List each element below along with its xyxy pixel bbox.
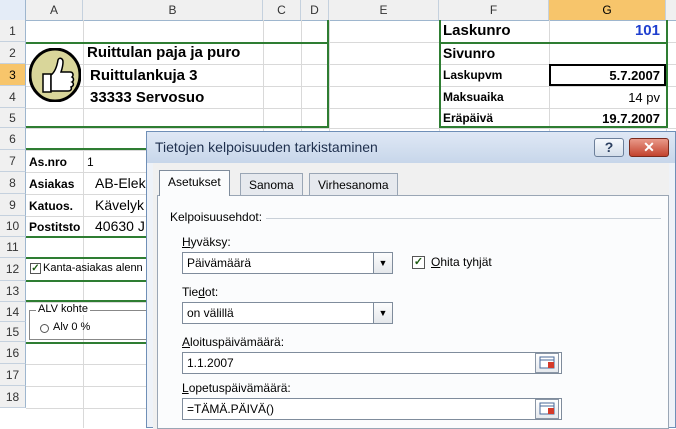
validation-criteria-heading: Kelpoisuusehdot: (170, 210, 263, 224)
end-date-label: Lopetuspäivämäärä: (182, 381, 291, 395)
row-header-8[interactable]: 8 (0, 172, 26, 194)
column-header-f[interactable]: F (439, 0, 549, 20)
collapse-dialog-icon[interactable] (535, 399, 559, 419)
close-button[interactable]: ✕ (629, 138, 669, 157)
grid-line (26, 108, 676, 109)
select-all-corner[interactable] (0, 0, 26, 20)
postal-label: Postitsto (29, 220, 81, 234)
invoice-date-label: Laskupvm (443, 68, 503, 82)
row-header-1[interactable]: 1 (0, 20, 26, 42)
chevron-down-icon[interactable]: ▼ (373, 303, 392, 323)
column-header-a[interactable]: A (26, 0, 83, 20)
collapse-dialog-icon[interactable] (535, 353, 559, 373)
ignore-blank-checkbox[interactable]: ✓ (412, 256, 425, 269)
allow-label: Hyväksy: (182, 235, 231, 249)
column-header-e[interactable]: E (329, 0, 439, 20)
vat-group-title: ALV kohte (36, 303, 90, 315)
discount-box-border (26, 280, 146, 282)
data-operator-value: on välillä (187, 306, 234, 320)
start-date-label: Aloituspäivämäärä: (182, 335, 285, 349)
vat-radio-label: Alv 0 % (53, 321, 91, 333)
row-header-11[interactable]: 11 (0, 237, 26, 258)
street-label: Katuos. (29, 199, 74, 213)
tab-input-message[interactable]: Sanoma (240, 173, 303, 195)
allow-dropdown[interactable]: Päivämäärä ▼ (182, 252, 393, 274)
grid-line (26, 86, 676, 87)
row-header-15[interactable]: 15 (0, 322, 26, 342)
vat-radio-button[interactable] (40, 324, 49, 333)
data-validation-dialog: Tietojen kelpoisuuden tarkistaminen ? ✕ … (146, 131, 676, 429)
data-operator-dropdown[interactable]: on välillä ▼ (182, 302, 393, 324)
row-header-12[interactable]: 12 (0, 258, 26, 281)
row-header-13[interactable]: 13 (0, 281, 26, 302)
header-box-border (26, 126, 328, 128)
dialog-titlebar[interactable]: Tietojen kelpoisuuden tarkistaminen ? ✕ (147, 132, 675, 163)
row-header-2[interactable]: 2 (0, 42, 26, 64)
company-street: Ruittulankuja 3 (90, 67, 198, 84)
customer-number-value[interactable]: 1 (87, 155, 94, 169)
row-header-14[interactable]: 14 (0, 302, 26, 322)
column-header-c[interactable]: C (263, 0, 301, 20)
due-date-value[interactable]: 19.7.2007 (580, 111, 660, 126)
discount-checkbox[interactable]: ✓ (30, 263, 41, 274)
data-label: Tiedot: (182, 285, 219, 299)
customer-label: Asiakas (29, 177, 75, 191)
invoice-date-value[interactable]: 5.7.2007 (580, 68, 660, 83)
discount-checkbox-label: Kanta-asiakas alenn (43, 262, 143, 274)
invoice-number-label: Laskunro (443, 22, 511, 39)
start-date-input[interactable]: 1.1.2007 (182, 352, 562, 374)
grid-line (83, 20, 84, 428)
chevron-down-icon[interactable]: ▼ (373, 253, 392, 273)
dialog-title: Tietojen kelpoisuuden tarkistaminen (155, 139, 378, 155)
street-value[interactable]: Kävelyk (95, 197, 146, 213)
row-header-9[interactable]: 9 (0, 194, 26, 216)
postal-value[interactable]: 40630 J (95, 218, 146, 234)
due-date-label: Eräpäivä (443, 111, 494, 125)
customer-number-label: As.nro (29, 155, 68, 169)
header-box-border (327, 20, 329, 128)
column-header-b[interactable]: B (83, 0, 263, 20)
invoice-box-border (439, 20, 441, 128)
vat-box-border (26, 342, 146, 344)
invoice-number-value[interactable]: 101 (620, 22, 660, 39)
invoice-box-border (439, 42, 668, 44)
row-header-10[interactable]: 10 (0, 216, 26, 237)
row-header-7[interactable]: 7 (0, 150, 26, 172)
section-divider (266, 218, 661, 219)
payment-terms-label: Maksuaika (443, 90, 504, 104)
dialog-client: Asetukset Sanoma Virhesanoma Kelpoisuuse… (153, 163, 669, 429)
thumbs-up-logo-icon (28, 47, 82, 103)
tab-error-alert[interactable]: Virhesanoma (309, 173, 398, 195)
row-header-3[interactable]: 3 (0, 64, 26, 86)
customer-box-border (26, 236, 146, 238)
page-number-label: Sivunro (443, 45, 496, 61)
vat-box-border (26, 300, 146, 302)
ignore-blank-label: Ohita tyhjät (431, 255, 492, 269)
row-header-17[interactable]: 17 (0, 364, 26, 386)
row-header-6[interactable]: 6 (0, 128, 26, 150)
row-header-4[interactable]: 4 (0, 86, 26, 108)
company-name: Ruittulan paja ja puro (87, 44, 241, 61)
row-header-5[interactable]: 5 (0, 108, 26, 128)
row-header-16[interactable]: 16 (0, 342, 26, 364)
column-header-g[interactable]: G (549, 0, 666, 20)
help-button[interactable]: ? (594, 138, 624, 157)
discount-box-border (26, 257, 146, 259)
column-header-d[interactable]: D (301, 0, 329, 20)
allow-dropdown-value: Päivämäärä (187, 256, 252, 270)
grid-line (26, 128, 676, 129)
row-header-18[interactable]: 18 (0, 386, 26, 408)
tab-settings[interactable]: Asetukset (159, 170, 230, 196)
invoice-box-border (666, 20, 668, 128)
customer-value[interactable]: AB-Elek (95, 175, 146, 191)
company-postal: 33333 Servosuo (90, 89, 205, 106)
invoice-box-border (439, 126, 668, 128)
payment-terms-value[interactable]: 14 pv (600, 90, 660, 105)
customer-box-border (26, 148, 146, 150)
end-date-input[interactable]: =TÄMÄ.PÄIVÄ() (182, 398, 562, 420)
